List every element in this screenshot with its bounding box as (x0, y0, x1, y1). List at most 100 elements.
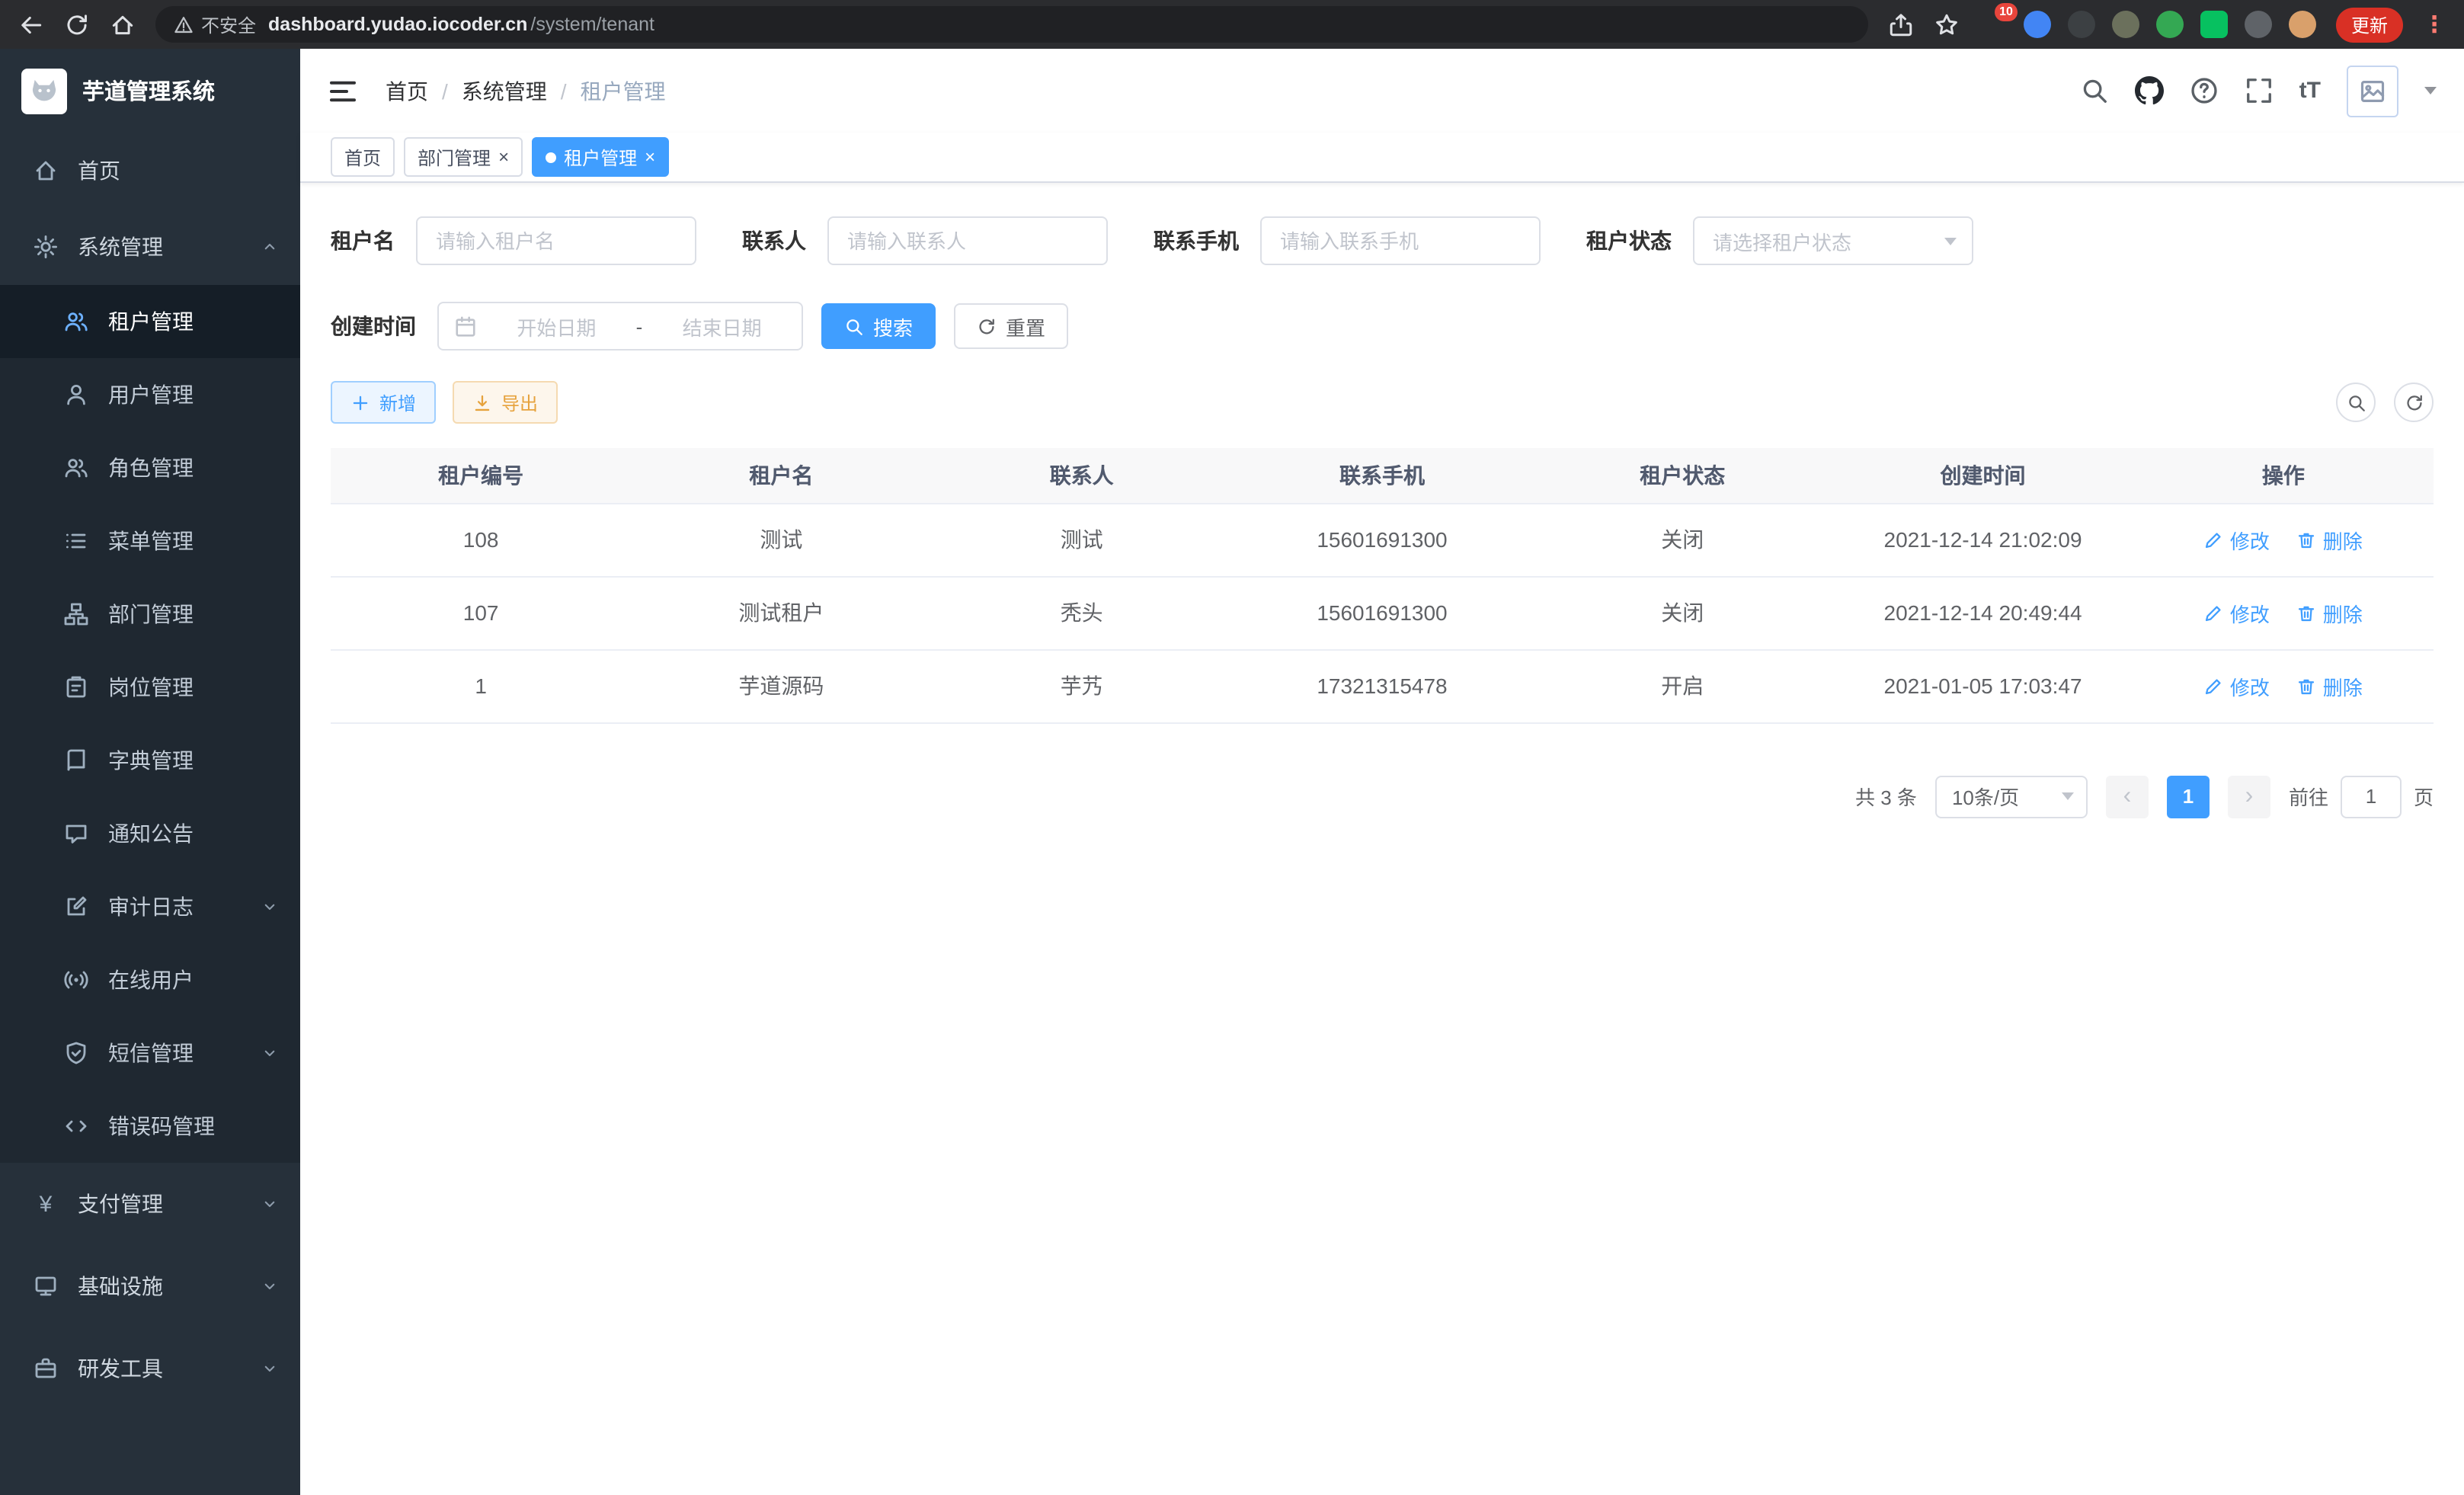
next-page-button[interactable]: › (2228, 775, 2270, 818)
puzzle-icon[interactable] (2245, 11, 2272, 38)
github-icon[interactable] (2135, 76, 2164, 105)
extension-icon[interactable] (2156, 11, 2184, 38)
sidebar-item-system[interactable]: 系统管理 (0, 209, 300, 285)
close-icon[interactable]: × (645, 148, 655, 166)
edit-label: 修改 (2230, 598, 2270, 627)
security-warning[interactable]: 不安全 (174, 11, 256, 37)
range-separator: - (636, 315, 643, 338)
delete-button[interactable]: 删除 (2297, 671, 2363, 700)
delete-label: 删除 (2323, 671, 2363, 700)
cell-status: 关闭 (1532, 503, 1832, 576)
extension-icon[interactable] (2068, 11, 2095, 38)
extension-icon[interactable]: 10 (1979, 11, 2007, 38)
sidebar-item-error-code[interactable]: 错误码管理 (0, 1090, 300, 1163)
sidebar-item-tenant[interactable]: 租户管理 (0, 285, 300, 358)
sidebar-item-role[interactable]: 角色管理 (0, 431, 300, 504)
sidebar-item-audit-log[interactable]: 审计日志 (0, 870, 300, 943)
chevron-down-icon (2062, 792, 2074, 800)
delete-label: 删除 (2323, 598, 2363, 627)
edit-button[interactable]: 修改 (2204, 671, 2270, 700)
share-icon[interactable] (1888, 11, 1914, 37)
chevron-down-icon[interactable] (2424, 87, 2437, 94)
avatar[interactable] (2347, 65, 2398, 117)
address-bar[interactable]: 不安全 dashboard.yudao.iocoder.cn/system/te… (155, 6, 1868, 43)
fullscreen-icon[interactable] (2245, 76, 2274, 105)
sidebar-item-label: 支付管理 (78, 1189, 163, 1219)
cell-created: 2021-12-14 20:49:44 (1832, 576, 2133, 649)
sidebar-item-sms[interactable]: 短信管理 (0, 1016, 300, 1090)
prev-page-button[interactable]: ‹ (2106, 775, 2149, 818)
breadcrumb-system[interactable]: 系统管理 (462, 75, 547, 106)
sidebar-item-infrastructure[interactable]: 基础设施 (0, 1245, 300, 1327)
close-icon[interactable]: × (498, 148, 509, 166)
tenant-name-input[interactable] (416, 216, 696, 265)
roles-icon (64, 456, 88, 480)
sidebar-item-payment[interactable]: ¥ 支付管理 (0, 1163, 300, 1245)
font-size-icon[interactable]: tT (2299, 78, 2321, 104)
date-range-picker[interactable]: 开始日期 - 结束日期 (437, 302, 803, 351)
reset-button-label: 重置 (1006, 312, 1045, 341)
tag-tenant[interactable]: 租户管理 × (532, 137, 669, 177)
search-icon[interactable] (2080, 76, 2109, 105)
toggle-search-button[interactable] (2336, 383, 2376, 422)
home-icon[interactable] (110, 11, 136, 37)
tenant-status-select[interactable]: 请选择租户状态 (1693, 216, 1973, 265)
sidebar-item-label: 通知公告 (108, 818, 194, 849)
sidebar-item-dict[interactable]: 字典管理 (0, 724, 300, 797)
extension-icon[interactable] (2112, 11, 2139, 38)
goto-label: 前往 (2289, 782, 2328, 811)
profile-avatar-icon[interactable] (2289, 11, 2316, 38)
sidebar-item-label: 首页 (78, 155, 120, 186)
back-icon[interactable] (18, 11, 44, 37)
hamburger-icon[interactable] (328, 75, 358, 106)
sidebar-item-dept[interactable]: 部门管理 (0, 578, 300, 651)
delete-button[interactable]: 删除 (2297, 525, 2363, 554)
delete-button[interactable]: 删除 (2297, 598, 2363, 627)
search-button[interactable]: 搜索 (821, 303, 936, 349)
page-size-select[interactable]: 10条/页 (1935, 775, 2088, 818)
breadcrumb-home[interactable]: 首页 (386, 75, 428, 106)
edit-button[interactable]: 修改 (2204, 598, 2270, 627)
sidebar-item-post[interactable]: 岗位管理 (0, 651, 300, 724)
sidebar-item-home[interactable]: 首页 (0, 133, 300, 209)
sidebar-item-online-users[interactable]: 在线用户 (0, 943, 300, 1016)
tags-view: 首页 部门管理 × 租户管理 × (300, 133, 2464, 183)
table-row: 108 测试 测试 15601691300 关闭 2021-12-14 21:0… (331, 503, 2434, 576)
export-button[interactable]: 导出 (453, 381, 558, 424)
cell-tenant-id: 1 (331, 649, 631, 722)
download-icon (472, 392, 492, 412)
current-page-button[interactable]: 1 (2167, 775, 2210, 818)
goto-page-input[interactable] (2341, 775, 2402, 818)
sidebar-item-dev-tools[interactable]: 研发工具 (0, 1327, 300, 1410)
browser-menu-icon[interactable]: ⋮ (2423, 13, 2446, 36)
active-dot (546, 152, 556, 162)
extension-icon[interactable] (2024, 11, 2051, 38)
refresh-table-button[interactable] (2394, 383, 2434, 422)
sidebar-item-user[interactable]: 用户管理 (0, 358, 300, 431)
sidebar-item-label: 短信管理 (108, 1038, 194, 1068)
contact-input[interactable] (827, 216, 1108, 265)
cell-tenant-id: 108 (331, 503, 631, 576)
sidebar-item-label: 在线用户 (108, 965, 194, 995)
column-header-tenant-id: 租户编号 (331, 448, 631, 503)
bookmark-star-icon[interactable] (1934, 11, 1960, 37)
edit-button[interactable]: 修改 (2204, 525, 2270, 554)
pencil-icon (2204, 676, 2224, 696)
content: 租户名 联系人 联系手机 租户状态 请选择租户状态 (300, 183, 2464, 1495)
sidebar-item-label: 用户管理 (108, 379, 194, 410)
add-button[interactable]: 新增 (331, 381, 436, 424)
refresh-icon[interactable] (64, 11, 90, 37)
reset-button[interactable]: 重置 (954, 303, 1068, 349)
chrome-update-button[interactable]: 更新 (2336, 7, 2403, 42)
phone-input[interactable] (1260, 216, 1541, 265)
tag-dept[interactable]: 部门管理 × (404, 137, 523, 177)
tag-home[interactable]: 首页 (331, 137, 395, 177)
online-users-icon (64, 968, 88, 992)
sidebar-item-menu[interactable]: 菜单管理 (0, 504, 300, 578)
table-row: 107 测试租户 秃头 15601691300 关闭 2021-12-14 20… (331, 576, 2434, 649)
sidebar-item-notice[interactable]: 通知公告 (0, 797, 300, 870)
extension-icon[interactable] (2200, 11, 2228, 38)
sidebar-item-label: 岗位管理 (108, 672, 194, 703)
help-icon[interactable] (2190, 76, 2219, 105)
audit-log-icon (64, 895, 88, 919)
